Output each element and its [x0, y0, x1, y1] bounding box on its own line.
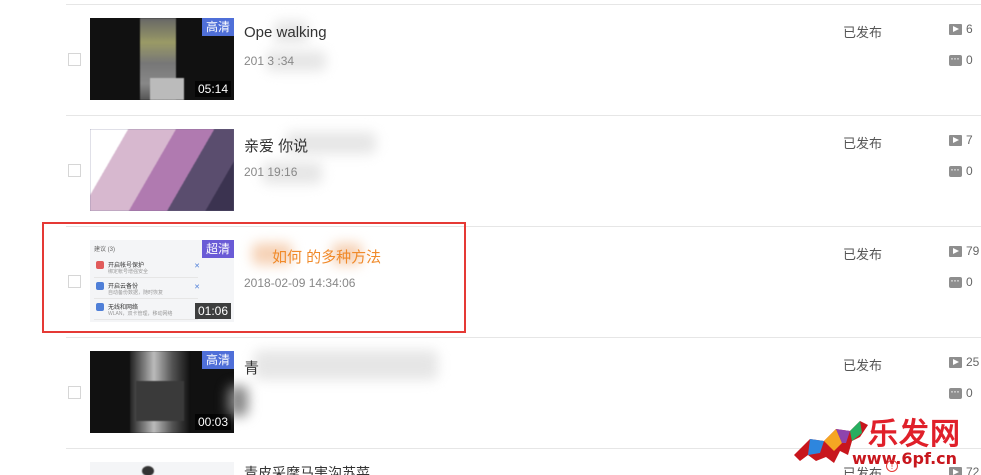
video-date: 2018-02-09 14:34:06 [244, 276, 356, 290]
video-duration: 00:03 [194, 414, 231, 430]
video-title[interactable]: 青 [244, 357, 259, 378]
publish-status: 已发布 [843, 247, 883, 262]
video-thumbnail[interactable] [90, 129, 234, 211]
quality-badge: 高清 [201, 351, 234, 369]
comment-count: 0 [949, 51, 973, 67]
watermark-title: 乐发网 [868, 417, 961, 452]
thumbnail-item-subtitle: 绑定帐号增强安全 [108, 269, 149, 275]
video-thumbnail[interactable]: 高清 05:14 [90, 18, 234, 100]
thumbnail-screen-header: 建议 (3) [94, 247, 116, 253]
video-row: 建议 (3) 开启帐号保护 绑定帐号增强安全 ✕ 开启云备份 自动备份数据，随时… [66, 226, 981, 337]
close-icon: ✕ [194, 284, 200, 291]
video-title[interactable]: 如何 的多种方法 [272, 246, 381, 267]
thumbnail-screen-item: 开启云备份 自动备份数据，随时恢复 ✕ [94, 278, 200, 299]
play-count-value: 79 [966, 244, 980, 258]
play-count-value: 6 [966, 22, 973, 36]
comment-icon [949, 384, 962, 399]
thumbnail-item-subtitle: WLAN，双卡管理，移动网络 [108, 311, 173, 317]
thumbnail-screen-item: 无线和网络 WLAN，双卡管理，移动网络 [94, 299, 198, 320]
play-icon [949, 245, 962, 257]
comment-icon [949, 162, 962, 177]
comment-count-value: 0 [966, 275, 973, 289]
quality-badge: 超清 [201, 240, 234, 258]
row-checkbox[interactable] [68, 275, 81, 288]
video-title[interactable]: 青皮采摩马害沟苏菜 [244, 463, 370, 475]
video-thumbnail[interactable]: 建议 (3) 开启帐号保护 绑定帐号增强安全 ✕ 开启云备份 自动备份数据，随时… [90, 240, 234, 322]
play-icon [949, 134, 962, 146]
comment-count-value: 0 [966, 53, 973, 67]
video-row: 亲爱 你说 201 19:16 已发布 7 0 [66, 115, 981, 226]
cloud-icon [96, 282, 104, 290]
video-thumbnail[interactable]: 高清 00:03 [90, 351, 234, 433]
watermark-url: www.6pf.cn [852, 449, 958, 468]
comment-count: 0 [949, 384, 973, 400]
video-title[interactable]: Ope walking [244, 24, 327, 41]
video-row: 高清 05:14 Ope walking 201 3 :34 已发布 6 0 [66, 4, 981, 115]
wifi-icon [96, 303, 104, 311]
alert-icon: ! [886, 460, 898, 472]
row-checkbox[interactable] [68, 164, 81, 177]
play-count-value: 25 [966, 355, 980, 369]
play-icon [949, 356, 962, 368]
thumbnail-settings-screen: 建议 (3) 开启帐号保护 绑定帐号增强安全 ✕ 开启云备份 自动备份数据，随时… [94, 244, 200, 320]
close-icon: ✕ [194, 263, 200, 270]
comment-count: 0 [949, 273, 973, 289]
quality-badge: 高清 [201, 18, 234, 36]
play-icon [949, 23, 962, 35]
comment-icon [949, 51, 962, 66]
play-count-value: 7 [966, 133, 973, 147]
video-duration: 01:06 [194, 303, 231, 319]
video-title[interactable]: 亲爱 你说 [244, 135, 308, 156]
video-duration: 05:14 [194, 81, 231, 97]
thumbnail-item-subtitle: 自动备份数据，随时恢复 [108, 290, 164, 296]
video-date: 201 19:16 [244, 165, 298, 179]
comment-count-value: 0 [966, 164, 973, 178]
comment-count: 0 [949, 162, 973, 178]
comment-icon [949, 273, 962, 288]
play-count: 79 [949, 244, 979, 258]
row-checkbox[interactable] [68, 53, 81, 66]
video-thumbnail[interactable] [90, 462, 234, 475]
publish-status: 已发布 [843, 358, 883, 373]
row-checkbox[interactable] [68, 386, 81, 399]
shield-icon [96, 261, 104, 269]
play-count: 6 [949, 22, 973, 36]
thumbnail-screen-item: 开启帐号保护 绑定帐号增强安全 ✕ [94, 257, 200, 278]
video-date: 201 3 :34 [244, 54, 295, 68]
play-count: 7 [949, 133, 973, 147]
publish-status: 已发布 [843, 136, 883, 151]
comment-count-value: 0 [966, 386, 973, 400]
play-count: 25 [949, 355, 979, 369]
site-watermark: 乐发网 www.6pf.cn ! [790, 405, 980, 473]
publish-status: 已发布 [843, 25, 883, 40]
